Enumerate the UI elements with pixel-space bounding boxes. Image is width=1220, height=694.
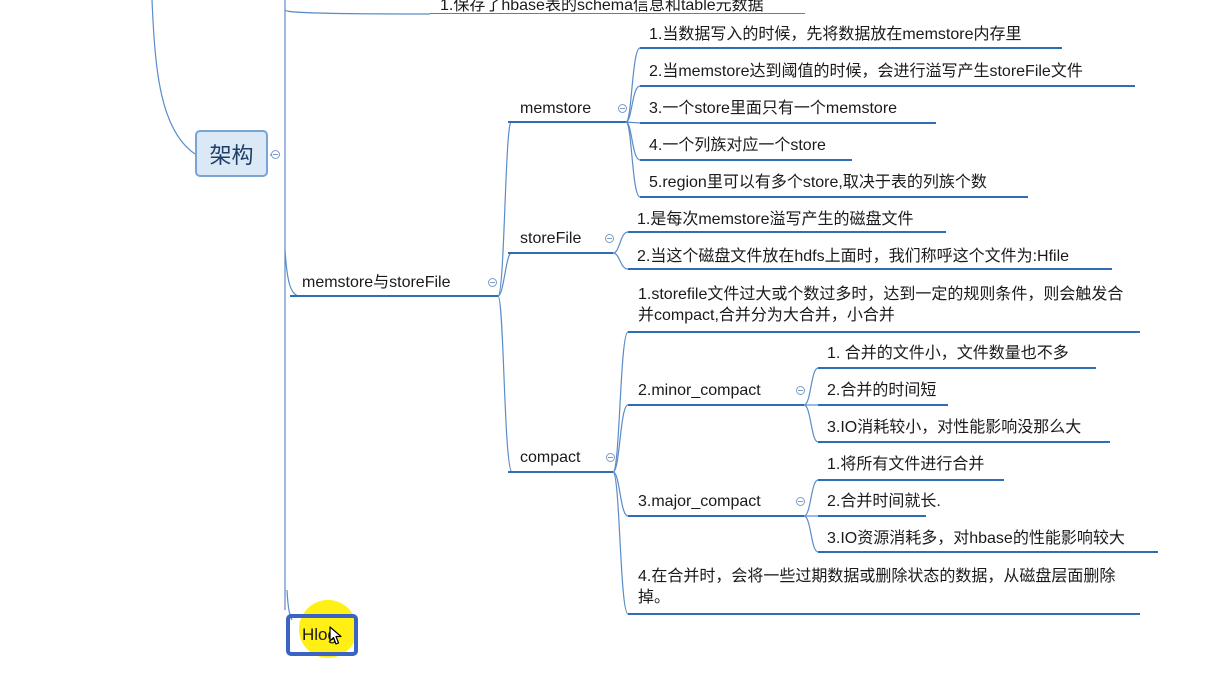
item-underline [818, 404, 948, 406]
collapse-icon[interactable] [605, 234, 614, 243]
major-item-3[interactable]: 3.IO资源消耗多，对hbase的性能影响较大 [827, 528, 1125, 549]
collapse-icon[interactable] [606, 453, 615, 462]
item-underline [628, 268, 1112, 270]
memstore-item-5[interactable]: 5.region里可以有多个store,取决于表的列族个数 [649, 172, 987, 193]
major-compact-node[interactable]: 3.major_compact [638, 491, 761, 512]
collapse-icon[interactable] [618, 104, 627, 113]
item-underline [818, 479, 1004, 481]
memstore-item-3[interactable]: 3.一个store里面只有一个memstore [649, 98, 897, 119]
item-underline [818, 367, 1096, 369]
collapse-icon[interactable] [796, 386, 805, 395]
memstore-node[interactable]: memstore [520, 98, 591, 119]
memstore-item-4[interactable]: 4.一个列族对应一个store [649, 135, 826, 156]
memstore-item-1[interactable]: 1.当数据写入的时候，先将数据放在memstore内存里 [649, 24, 1021, 45]
branch-memstore-storefile[interactable]: memstore与storeFile [302, 272, 450, 293]
memstore-item-2[interactable]: 2.当memstore达到阈值的时候，会进行溢写产生storeFile文件 [649, 61, 1083, 82]
memstore-underline [508, 121, 626, 123]
item-underline [818, 441, 1110, 443]
item-underline [628, 613, 1140, 615]
mouse-pointer-icon [329, 626, 342, 645]
major-item-1[interactable]: 1.将所有文件进行合并 [827, 454, 984, 475]
major-item-2[interactable]: 2.合并时间就长. [827, 491, 941, 512]
minor-item-3[interactable]: 3.IO消耗较小，对性能影响没那么大 [827, 417, 1081, 438]
compact-node[interactable]: compact [520, 447, 580, 468]
storefile-underline [508, 252, 613, 254]
item-underline [640, 196, 1028, 198]
collapse-icon[interactable] [796, 497, 805, 506]
item-underline [628, 231, 946, 233]
item-underline [640, 47, 1062, 49]
compact-outro[interactable]: 4.在合并时，会将一些过期数据或删除状态的数据，从磁盘层面删除掉。 [638, 566, 1138, 608]
compact-underline [508, 471, 613, 473]
minor-item-1[interactable]: 1. 合并的文件小，文件数量也不多 [827, 343, 1069, 364]
item-underline [640, 122, 936, 124]
compact-intro[interactable]: 1.storefile文件过大或个数过多时，达到一定的规则条件，则会触发合并co… [638, 284, 1138, 326]
storefile-item-2[interactable]: 2.当这个磁盘文件放在hdfs上面时，我们称呼这个文件为:Hfile [637, 246, 1069, 267]
branch-underline [290, 295, 498, 297]
item-underline [818, 551, 1158, 553]
hlog-node[interactable]: Hlog [286, 614, 358, 656]
collapse-icon[interactable] [488, 278, 497, 287]
storefile-item-1[interactable]: 1.是每次memstore溢写产生的磁盘文件 [637, 209, 913, 230]
root-node[interactable]: 架构 [195, 130, 268, 177]
storefile-node[interactable]: storeFile [520, 228, 581, 249]
item-underline [640, 85, 1135, 87]
item-underline [628, 331, 1140, 333]
minor-compact-node[interactable]: 2.minor_compact [638, 380, 761, 401]
minor-underline [628, 404, 804, 406]
minor-item-2[interactable]: 2.合并的时间短 [827, 380, 936, 401]
top-partial-underline [430, 13, 805, 14]
collapse-icon[interactable] [271, 150, 280, 159]
major-underline [628, 515, 804, 517]
root-label: 架构 [209, 142, 254, 168]
item-underline [818, 515, 926, 517]
item-underline [640, 159, 852, 161]
